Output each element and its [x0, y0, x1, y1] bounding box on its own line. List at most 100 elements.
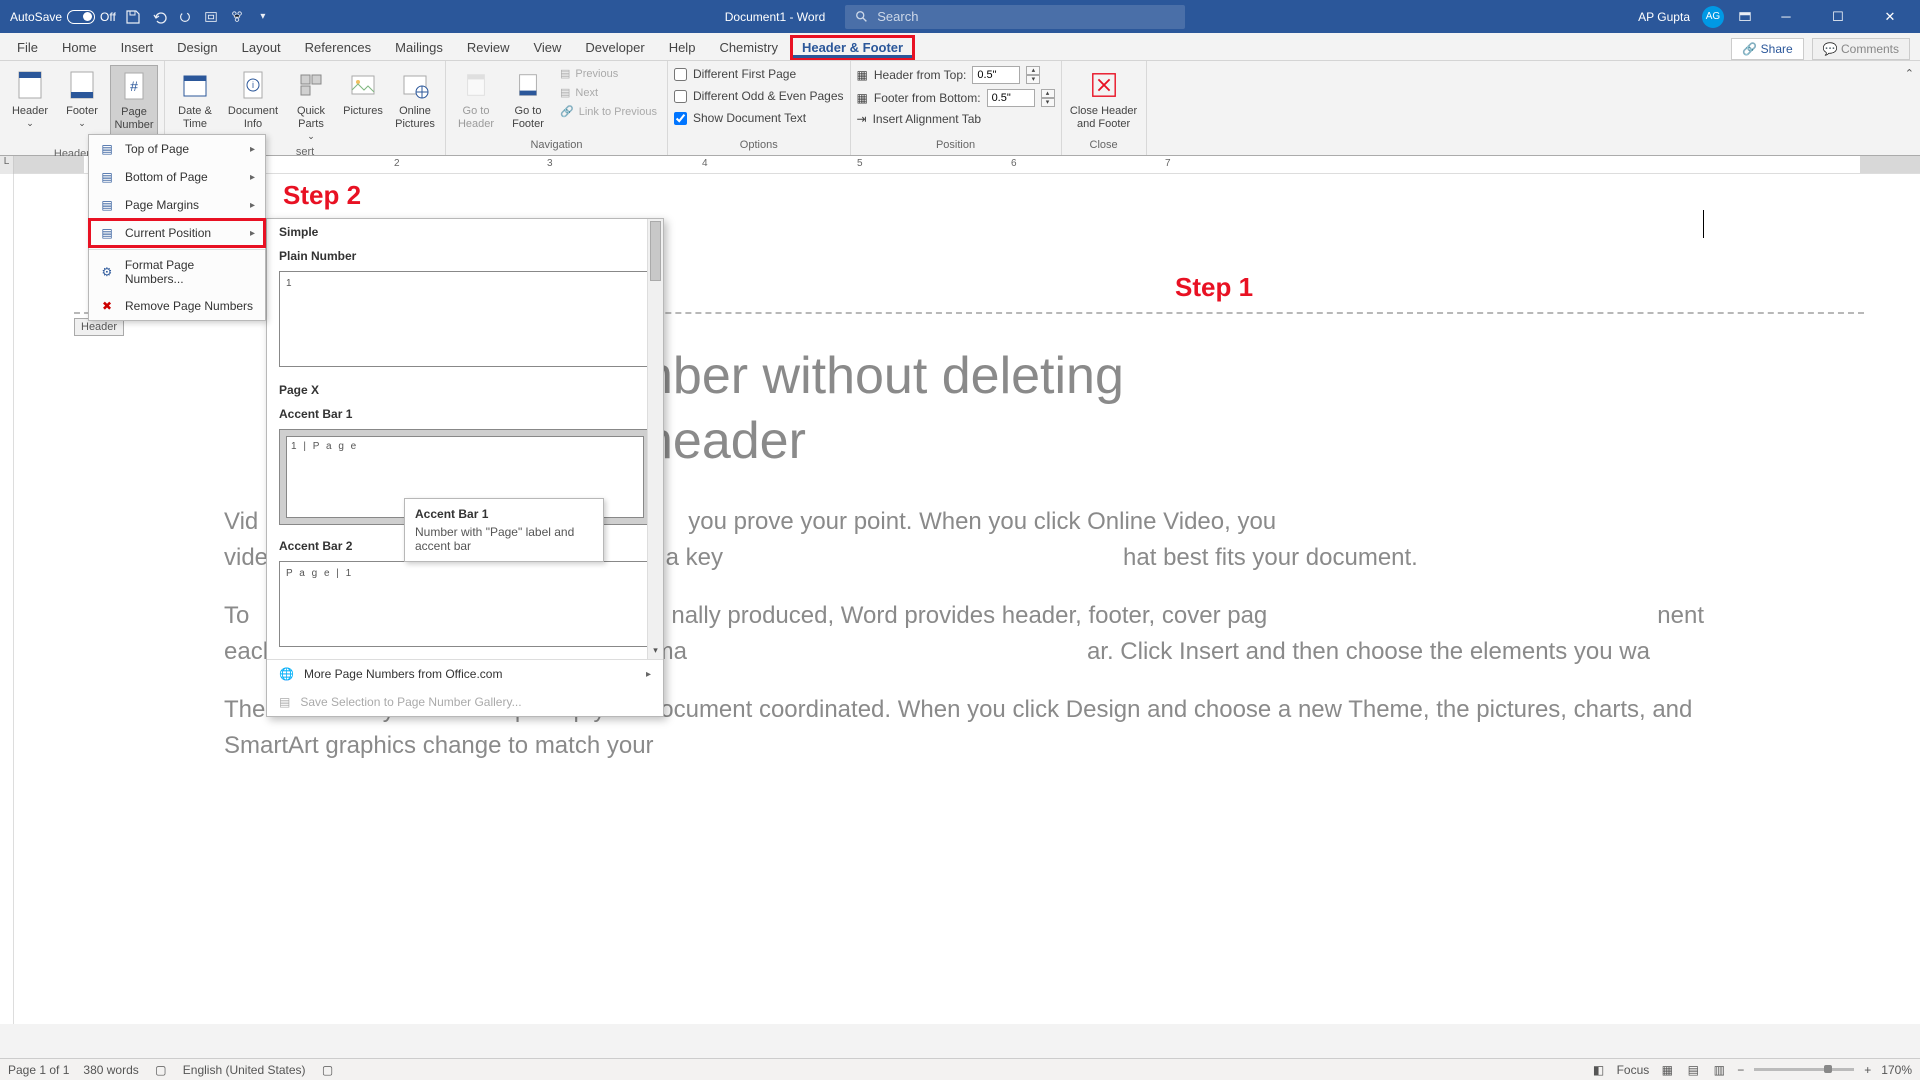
menu-page-margins[interactable]: ▤ Page Margins ▸ — [89, 191, 265, 219]
pictures-button[interactable]: Pictures — [339, 65, 387, 122]
zoom-out-button[interactable]: − — [1737, 1063, 1744, 1077]
save-gallery-icon: ▤ — [279, 695, 290, 709]
document-title: Document1 - Word — [725, 10, 825, 24]
link-previous-button[interactable]: 🔗Link to Previous — [556, 103, 661, 120]
maximize-button[interactable]: ☐ — [1818, 2, 1858, 32]
diff-odd-even-checkbox[interactable]: Different Odd & Even Pages — [674, 87, 844, 105]
close-window-button[interactable]: ✕ — [1870, 2, 1910, 32]
goto-header-button[interactable]: Go to Header — [452, 65, 500, 135]
comments-button[interactable]: 💬 Comments — [1812, 38, 1910, 60]
footer-icon — [66, 69, 98, 101]
view-print-icon[interactable]: ▦ — [1659, 1062, 1675, 1078]
online-pictures-button[interactable]: Online Pictures — [391, 65, 439, 135]
format-icon: ⚙ — [99, 264, 115, 280]
status-words[interactable]: 380 words — [83, 1063, 138, 1077]
quick-parts-button[interactable]: Quick Parts⌄ — [287, 65, 335, 146]
close-icon — [1088, 69, 1120, 101]
save-selection: ▤ Save Selection to Page Number Gallery.… — [267, 688, 663, 716]
link-icon: 🔗 — [560, 105, 574, 118]
menu-format-page-numbers[interactable]: ⚙ Format Page Numbers... — [89, 252, 265, 292]
user-avatar[interactable]: AG — [1702, 6, 1724, 28]
view-web-icon[interactable]: ▥ — [1711, 1062, 1727, 1078]
search-box[interactable]: Search — [845, 5, 1185, 29]
status-language[interactable]: English (United States) — [183, 1063, 306, 1077]
footer-bottom-input[interactable] — [987, 89, 1035, 107]
share-button[interactable]: 🔗 Share — [1731, 38, 1803, 60]
more-from-office[interactable]: 🌐 More Page Numbers from Office.com ▸ — [267, 660, 663, 688]
tab-developer[interactable]: Developer — [573, 35, 656, 60]
status-page[interactable]: Page 1 of 1 — [8, 1063, 69, 1077]
tab-chemistry[interactable]: Chemistry — [707, 35, 790, 60]
doc-info-icon: i — [237, 69, 269, 101]
footer-bottom-icon: ▦ — [857, 91, 868, 105]
show-doc-text-checkbox[interactable]: Show Document Text — [674, 109, 844, 127]
date-time-button[interactable]: Date & Time — [171, 65, 219, 135]
header-button[interactable]: Header⌄ — [6, 65, 54, 133]
diff-first-checkbox[interactable]: Different First Page — [674, 65, 844, 83]
svg-text:i: i — [252, 80, 254, 90]
tab-references[interactable]: References — [293, 35, 383, 60]
header-top-icon: ▦ — [857, 68, 868, 82]
horizontal-ruler: L 1 2 3 4 5 6 7 — [0, 156, 1920, 174]
calendar-icon — [179, 69, 211, 101]
toggle-switch[interactable] — [67, 10, 95, 24]
close-hf-button[interactable]: Close Header and Footer — [1068, 65, 1140, 135]
scroll-down-icon[interactable]: ▾ — [650, 645, 661, 659]
minimize-button[interactable]: ─ — [1766, 2, 1806, 32]
next-button[interactable]: ▤Next — [556, 84, 661, 101]
zoom-slider[interactable] — [1754, 1068, 1854, 1071]
goto-footer-button[interactable]: Go to Footer — [504, 65, 552, 135]
status-bar: Page 1 of 1 380 words ▢ English (United … — [0, 1058, 1920, 1080]
insert-align-tab-button[interactable]: ⇥ Insert Alignment Tab — [857, 111, 1055, 127]
spellcheck-icon[interactable]: ▢ — [153, 1062, 169, 1078]
footer-from-bottom-row: ▦ Footer from Bottom: ▴▾ — [857, 88, 1055, 108]
tab-view[interactable]: View — [521, 35, 573, 60]
page-number-gallery: Simple Plain Number 1 Page X Accent Bar … — [266, 218, 664, 717]
zoom-value[interactable]: 170% — [1881, 1063, 1912, 1077]
menu-top-of-page[interactable]: ▤ Top of Page ▸ — [89, 135, 265, 163]
menu-bottom-of-page[interactable]: ▤ Bottom of Page ▸ — [89, 163, 265, 191]
collapse-ribbon-icon[interactable]: ⌃ — [1905, 67, 1914, 80]
gallery-item-plain-number[interactable]: 1 — [279, 271, 651, 367]
tab-header-footer[interactable]: Header & Footer — [790, 35, 915, 60]
status-focus[interactable]: Focus — [1617, 1063, 1650, 1077]
previous-button[interactable]: ▤Previous — [556, 65, 661, 82]
scroll-thumb[interactable] — [650, 221, 661, 281]
gallery-item-accent-bar-2[interactable]: P a g e | 1 — [279, 561, 651, 647]
focus-icon[interactable]: ◧ — [1591, 1062, 1607, 1078]
undo-icon[interactable] — [150, 8, 168, 26]
menu-current-position[interactable]: ▤ Current Position ▸ — [89, 219, 265, 247]
tab-mailings[interactable]: Mailings — [383, 35, 455, 60]
tab-home[interactable]: Home — [50, 35, 109, 60]
ribbon-display-icon[interactable] — [1736, 8, 1754, 26]
qat-icon-4[interactable] — [202, 8, 220, 26]
menu-remove-page-numbers[interactable]: ✖ Remove Page Numbers — [89, 292, 265, 320]
tab-file[interactable]: File — [5, 35, 50, 60]
group-label-position: Position — [857, 139, 1055, 153]
search-placeholder: Search — [877, 9, 918, 24]
annotation-step2: Step 2 — [283, 180, 361, 211]
autosave-toggle[interactable]: AutoSave Off — [10, 10, 116, 24]
tab-review[interactable]: Review — [455, 35, 522, 60]
zoom-in-button[interactable]: + — [1864, 1063, 1871, 1077]
page-bottom-icon: ▤ — [99, 169, 115, 185]
save-icon[interactable] — [124, 8, 142, 26]
qat-more-icon[interactable]: ▾ — [254, 8, 272, 26]
spinner[interactable]: ▴▾ — [1026, 66, 1040, 84]
tab-help[interactable]: Help — [657, 35, 708, 60]
chevron-right-icon: ▸ — [250, 228, 255, 239]
tab-design[interactable]: Design — [165, 35, 229, 60]
header-icon — [14, 69, 46, 101]
view-read-icon[interactable]: ▤ — [1685, 1062, 1701, 1078]
spinner[interactable]: ▴▾ — [1041, 89, 1055, 107]
tooltip-desc: Number with "Page" label and accent bar — [415, 525, 593, 553]
tab-insert[interactable]: Insert — [109, 35, 166, 60]
quick-parts-icon — [295, 69, 327, 101]
footer-button[interactable]: Footer⌄ — [58, 65, 106, 133]
redo-icon[interactable] — [176, 8, 194, 26]
tab-layout[interactable]: Layout — [230, 35, 293, 60]
qat-icon-5[interactable] — [228, 8, 246, 26]
header-top-input[interactable] — [972, 66, 1020, 84]
gallery-scrollbar[interactable]: ▴ ▾ — [647, 219, 663, 659]
macro-icon[interactable]: ▢ — [320, 1062, 336, 1078]
